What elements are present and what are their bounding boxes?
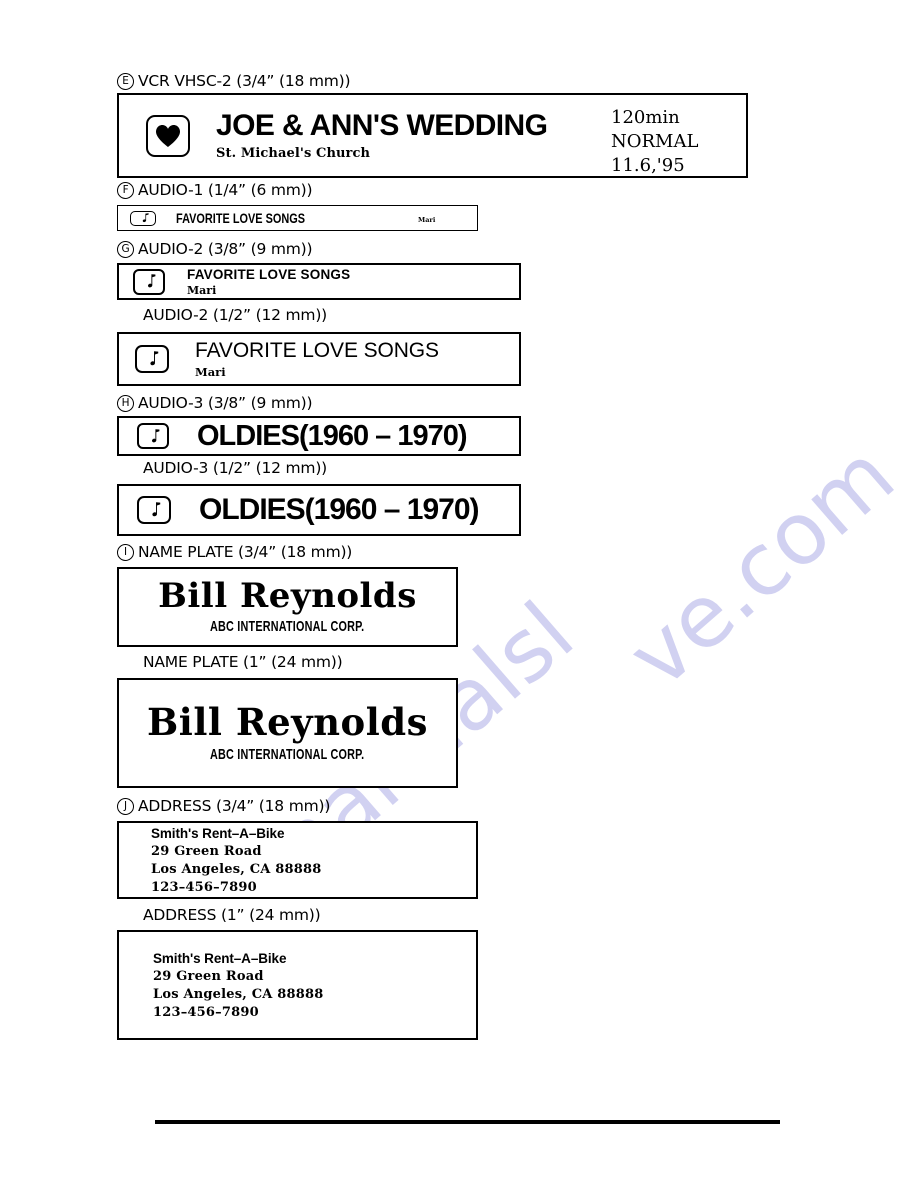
music-note-icon xyxy=(137,496,171,524)
label-subtitle: Mari xyxy=(418,216,436,224)
section-audio2-small: G AUDIO-2 (3/8” (9 mm)) xyxy=(117,239,313,258)
label-title: FAVORITE LOVE SONGS xyxy=(187,266,351,282)
address-line-3: Los Angeles, CA 88888 xyxy=(151,861,322,877)
caption-text: ADDRESS (3/4” (18 mm)) xyxy=(138,796,331,815)
label-title: FAVORITE LOVE SONGS xyxy=(195,339,439,362)
address-line-3: Los Angeles, CA 88888 xyxy=(153,986,324,1002)
heart-icon xyxy=(146,114,190,157)
caption-address-large: ADDRESS (1” (24 mm)) xyxy=(117,906,321,924)
address-line-2: 29 Green Road xyxy=(153,968,264,984)
label-subtitle: Mari xyxy=(187,283,217,297)
section-audio1: F AUDIO-1 (1/4” (6 mm)) xyxy=(117,180,313,199)
section-nameplate-small: I NAME PLATE (3/4” (18 mm)) xyxy=(117,544,352,561)
caption-vcr-vhsc2: E VCR VHSC-2 (3/4” (18 mm)) xyxy=(117,71,351,90)
label-sample-nameplate-large: Bill Reynolds ABC INTERNATIONAL CORP. xyxy=(117,678,458,788)
caption-audio1: F AUDIO-1 (1/4” (6 mm)) xyxy=(117,180,313,199)
marker-letter-f: F xyxy=(117,182,134,199)
music-note-icon xyxy=(137,423,169,449)
music-note-icon xyxy=(135,345,169,373)
label-subtitle: Mari xyxy=(195,365,226,379)
caption-nameplate-large: NAME PLATE (1” (24 mm)) xyxy=(117,653,343,671)
caption-text: NAME PLATE (1” (24 mm)) xyxy=(143,653,343,671)
label-title: Bill Reynolds xyxy=(147,700,428,745)
address-line-2: 29 Green Road xyxy=(151,843,262,859)
label-sample-address-large: Smith's Rent–A–Bike 29 Green Road Los An… xyxy=(117,930,478,1040)
marker-letter-j: J xyxy=(117,798,134,815)
manual-page: E VCR VHSC-2 (3/4” (18 mm)) JOE & ANN'S … xyxy=(0,0,918,1188)
address-line-4: 123–456–7890 xyxy=(151,879,257,895)
label-sample-audio2-large: FAVORITE LOVE SONGS Mari xyxy=(117,332,521,386)
caption-text: AUDIO-1 (1/4” (6 mm)) xyxy=(138,180,313,199)
marker-letter-e: E xyxy=(117,73,134,90)
caption-audio2-small: G AUDIO-2 (3/8” (9 mm)) xyxy=(117,239,313,258)
address-line-1: Smith's Rent–A–Bike xyxy=(153,950,287,966)
section-nameplate-large: NAME PLATE (1” (24 mm)) xyxy=(117,653,343,671)
meta-mode: NORMAL xyxy=(611,130,699,152)
label-title: FAVORITE LOVE SONGS xyxy=(176,210,306,226)
caption-audio3-large: AUDIO-3 (1/2” (12 mm)) xyxy=(117,459,328,477)
marker-letter-g: G xyxy=(117,241,134,258)
label-title: Bill Reynolds xyxy=(158,575,417,616)
marker-letter-h: H xyxy=(117,395,134,412)
label-sample-address-small: Smith's Rent–A–Bike 29 Green Road Los An… xyxy=(117,821,478,899)
address-line-4: 123–456–7890 xyxy=(153,1004,259,1020)
label-sample-nameplate-small: Bill Reynolds ABC INTERNATIONAL CORP. xyxy=(117,567,458,647)
caption-address-small: J ADDRESS (3/4” (18 mm)) xyxy=(117,798,330,815)
address-line-1: Smith's Rent–A–Bike xyxy=(151,825,285,841)
caption-text: VCR VHSC-2 (3/4” (18 mm)) xyxy=(138,71,351,90)
section-audio3-large: AUDIO-3 (1/2” (12 mm)) xyxy=(117,459,328,477)
caption-text: AUDIO-3 (3/8” (9 mm)) xyxy=(138,393,313,412)
label-subtitle: ABC INTERNATIONAL CORP. xyxy=(210,745,365,763)
caption-text: AUDIO-2 (1/2” (12 mm)) xyxy=(143,306,328,324)
section-audio3-small: H AUDIO-3 (3/8” (9 mm)) xyxy=(117,393,313,412)
label-title: OLDIES(1960 – 1970) xyxy=(199,493,479,526)
caption-nameplate-small: I NAME PLATE (3/4” (18 mm)) xyxy=(117,544,352,561)
section-vcr-vhsc2: E VCR VHSC-2 (3/4” (18 mm)) xyxy=(117,71,351,90)
caption-text: ADDRESS (1” (24 mm)) xyxy=(143,906,321,924)
label-sample-audio3-small: OLDIES(1960 – 1970) xyxy=(117,416,521,456)
section-address-large: ADDRESS (1” (24 mm)) xyxy=(117,906,321,924)
caption-audio3-small: H AUDIO-3 (3/8” (9 mm)) xyxy=(117,393,313,412)
caption-audio2-large: AUDIO-2 (1/2” (12 mm)) xyxy=(117,306,328,324)
music-note-icon xyxy=(133,268,165,295)
section-audio2-large: AUDIO-2 (1/2” (12 mm)) xyxy=(117,306,328,324)
caption-text: NAME PLATE (3/4” (18 mm)) xyxy=(138,542,353,561)
label-sample-vcr-vhsc2: JOE & ANN'S WEDDING St. Michael's Church… xyxy=(117,93,748,178)
caption-text: AUDIO-3 (1/2” (12 mm)) xyxy=(143,459,328,477)
caption-text: AUDIO-2 (3/8” (9 mm)) xyxy=(138,239,313,258)
label-sample-audio3-large: OLDIES(1960 – 1970) xyxy=(117,484,521,536)
label-title: OLDIES(1960 – 1970) xyxy=(197,419,468,452)
footer-divider xyxy=(155,1120,780,1124)
meta-date: 11.6,'95 xyxy=(611,154,685,176)
marker-letter-i: I xyxy=(117,544,134,561)
label-subtitle: ABC INTERNATIONAL CORP. xyxy=(210,618,365,636)
label-title: JOE & ANN'S WEDDING xyxy=(216,108,548,142)
label-sample-audio2-small: FAVORITE LOVE SONGS Mari xyxy=(117,263,521,300)
label-subtitle: St. Michael's Church xyxy=(216,146,371,162)
section-address-small: J ADDRESS (3/4” (18 mm)) xyxy=(117,798,330,815)
meta-duration: 120min xyxy=(611,107,680,128)
music-note-icon xyxy=(130,210,156,226)
label-meta-block: 120min NORMAL 11.6,'95 xyxy=(611,106,699,176)
label-sample-audio1: FAVORITE LOVE SONGS Mari xyxy=(117,205,478,231)
